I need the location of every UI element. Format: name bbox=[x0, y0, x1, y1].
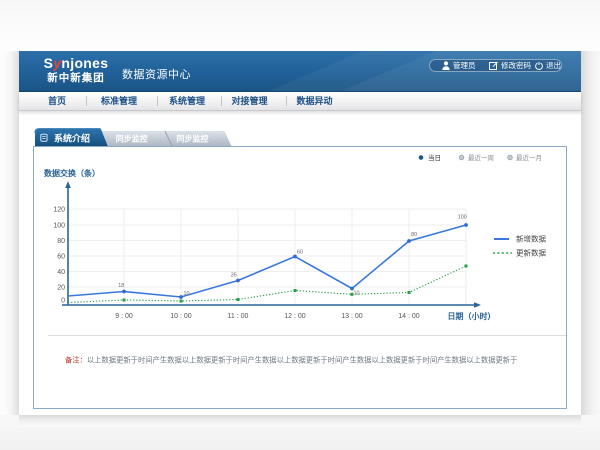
svg-text:新增数据: 新增数据 bbox=[516, 234, 546, 244]
svg-text:60: 60 bbox=[297, 250, 303, 256]
svg-text:同步监控: 同步监控 bbox=[116, 134, 148, 144]
svg-text:备注：以上数据更新于时间产生数据以上数据更新于时间产生数据以: 备注：以上数据更新于时间产生数据以上数据更新于时间产生数据以上数据更新于时间产生… bbox=[65, 356, 517, 365]
svg-text:最近一周: 最近一周 bbox=[468, 153, 494, 162]
svg-text:100: 100 bbox=[53, 222, 65, 229]
svg-text:同步监控: 同步监控 bbox=[176, 134, 208, 144]
svg-text:当日: 当日 bbox=[428, 153, 441, 162]
svg-text:11 : 00: 11 : 00 bbox=[228, 313, 249, 320]
svg-text:10 : 00: 10 : 00 bbox=[170, 313, 192, 320]
svg-text:18: 18 bbox=[118, 283, 124, 289]
svg-text:日期（小时）: 日期（小时） bbox=[448, 311, 496, 321]
svg-text:120: 120 bbox=[53, 206, 65, 213]
svg-text:100: 100 bbox=[458, 215, 467, 221]
svg-text:10: 10 bbox=[184, 291, 190, 297]
svg-text:80: 80 bbox=[411, 232, 417, 238]
svg-text:10: 10 bbox=[354, 291, 360, 297]
svg-text:系统介绍: 系统介绍 bbox=[54, 133, 90, 144]
svg-text:0: 0 bbox=[61, 297, 65, 304]
svg-text:最近一月: 最近一月 bbox=[516, 153, 542, 162]
svg-text:9 : 00: 9 : 00 bbox=[115, 313, 133, 320]
svg-text:数据交换（条）: 数据交换（条） bbox=[44, 168, 100, 178]
svg-text:40: 40 bbox=[57, 269, 65, 276]
svg-text:35: 35 bbox=[231, 273, 237, 279]
svg-text:14 : 00: 14 : 00 bbox=[398, 313, 420, 320]
svg-text:13 : 00: 13 : 00 bbox=[341, 313, 363, 320]
svg-text:60: 60 bbox=[57, 253, 65, 260]
svg-text:80: 80 bbox=[57, 238, 65, 245]
svg-text:20: 20 bbox=[57, 284, 65, 291]
svg-text:12 : 00: 12 : 00 bbox=[284, 313, 306, 320]
svg-text:更新数据: 更新数据 bbox=[516, 248, 546, 258]
